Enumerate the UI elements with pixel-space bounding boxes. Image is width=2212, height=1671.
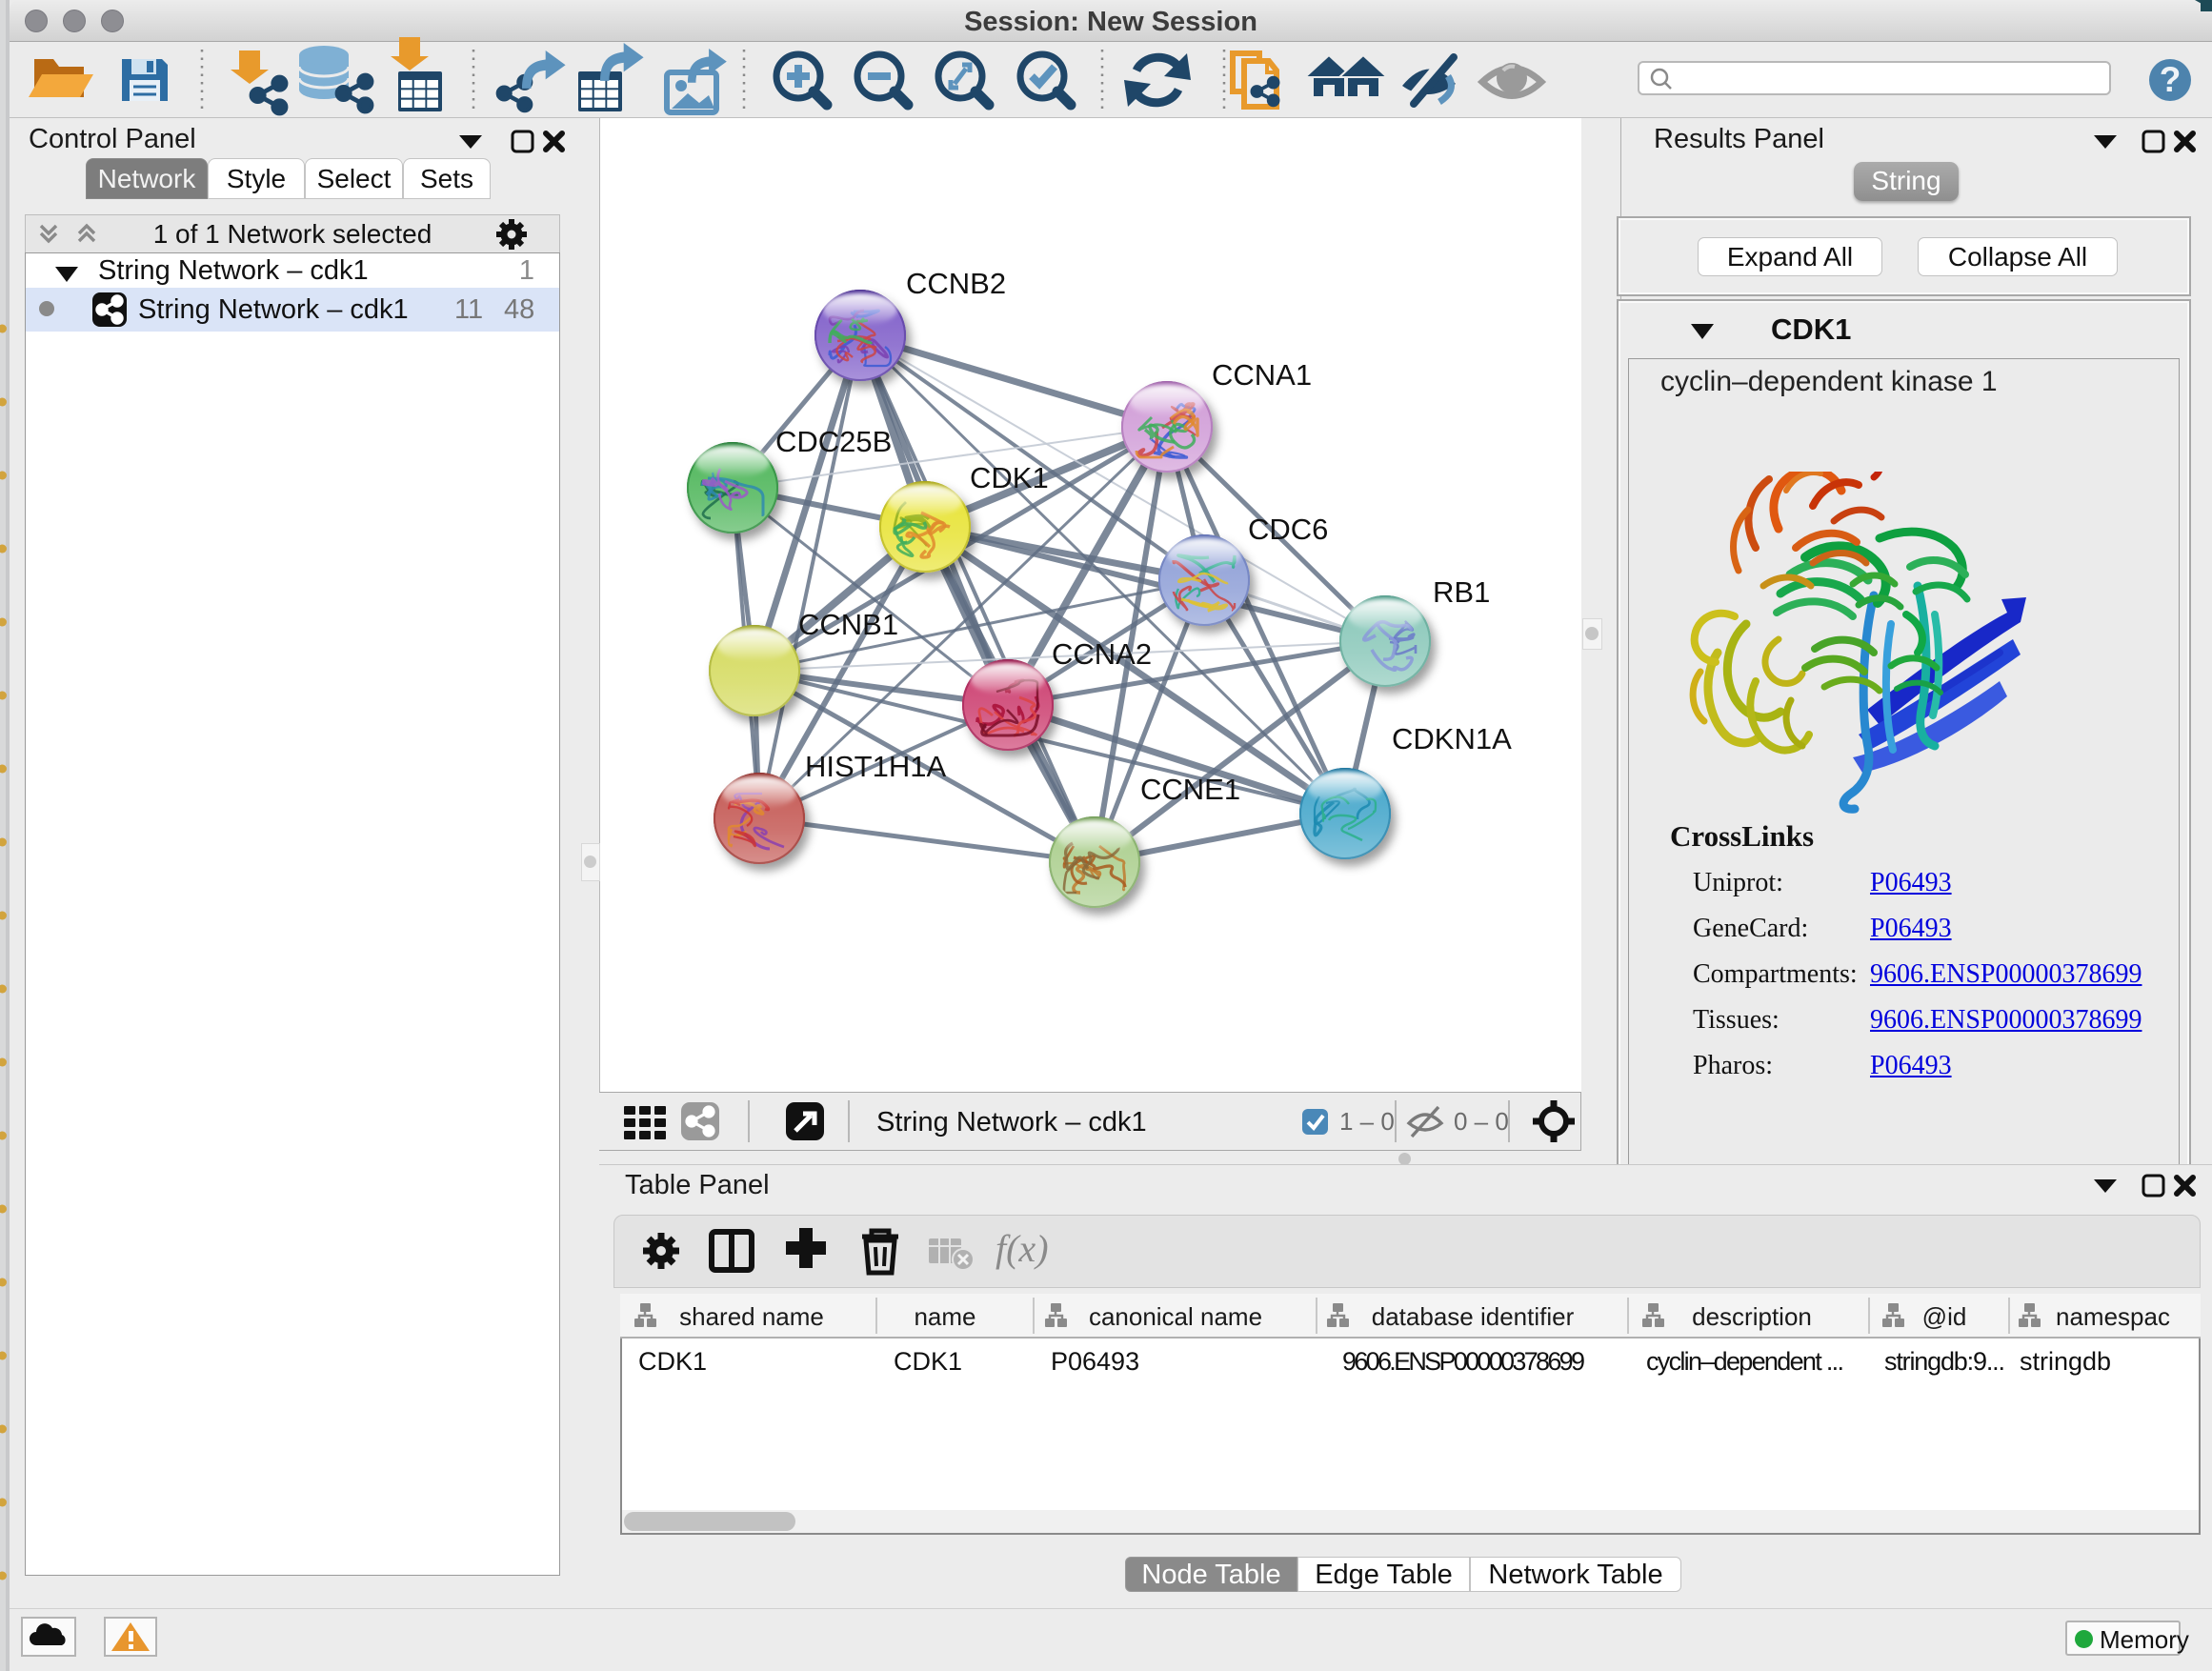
svg-text:stringdb:9...: stringdb:9... [1884, 1347, 2005, 1376]
svg-text:CDK1: CDK1 [638, 1347, 707, 1376]
svg-text:CDK1: CDK1 [894, 1347, 962, 1376]
svg-text:CCNA2: CCNA2 [1052, 637, 1152, 671]
svg-text:canonical name: canonical name [1089, 1302, 1262, 1331]
svg-text:@id: @id [1922, 1302, 1967, 1331]
svg-text:database identifier: database identifier [1372, 1302, 1575, 1331]
svg-text:9606.ENSP00000378699: 9606.ENSP00000378699 [1342, 1347, 1585, 1376]
svg-text:name: name [914, 1302, 975, 1331]
svg-text:namespac: namespac [2056, 1302, 2170, 1331]
svg-text:CDC6: CDC6 [1248, 513, 1328, 546]
svg-text:CCNA1: CCNA1 [1212, 358, 1312, 392]
svg-text:HIST1H1A: HIST1H1A [805, 750, 946, 783]
svg-text:cyclin–dependent ...: cyclin–dependent ... [1646, 1347, 1844, 1376]
svg-text:f(x): f(x) [995, 1227, 1049, 1270]
svg-text:CDC25B: CDC25B [775, 425, 892, 458]
svg-text:CCNE1: CCNE1 [1140, 773, 1240, 806]
svg-text:String Network – cdk1: String Network – cdk1 [876, 1107, 1147, 1137]
svg-text:?: ? [2160, 60, 2182, 99]
svg-text:stringdb: stringdb [2020, 1347, 2111, 1376]
svg-text:1 – 0: 1 – 0 [1339, 1107, 1395, 1136]
svg-text:CDKN1A: CDKN1A [1392, 722, 1512, 755]
svg-text:description: description [1692, 1302, 1812, 1331]
svg-text:RB1: RB1 [1433, 575, 1490, 609]
svg-text:0 – 0: 0 – 0 [1454, 1107, 1509, 1136]
svg-text:P06493: P06493 [1051, 1347, 1139, 1376]
svg-text:CCNB2: CCNB2 [906, 267, 1006, 300]
svg-text:CDK1: CDK1 [970, 461, 1049, 494]
svg-text:CCNB1: CCNB1 [798, 608, 898, 641]
svg-text:shared name: shared name [679, 1302, 824, 1331]
